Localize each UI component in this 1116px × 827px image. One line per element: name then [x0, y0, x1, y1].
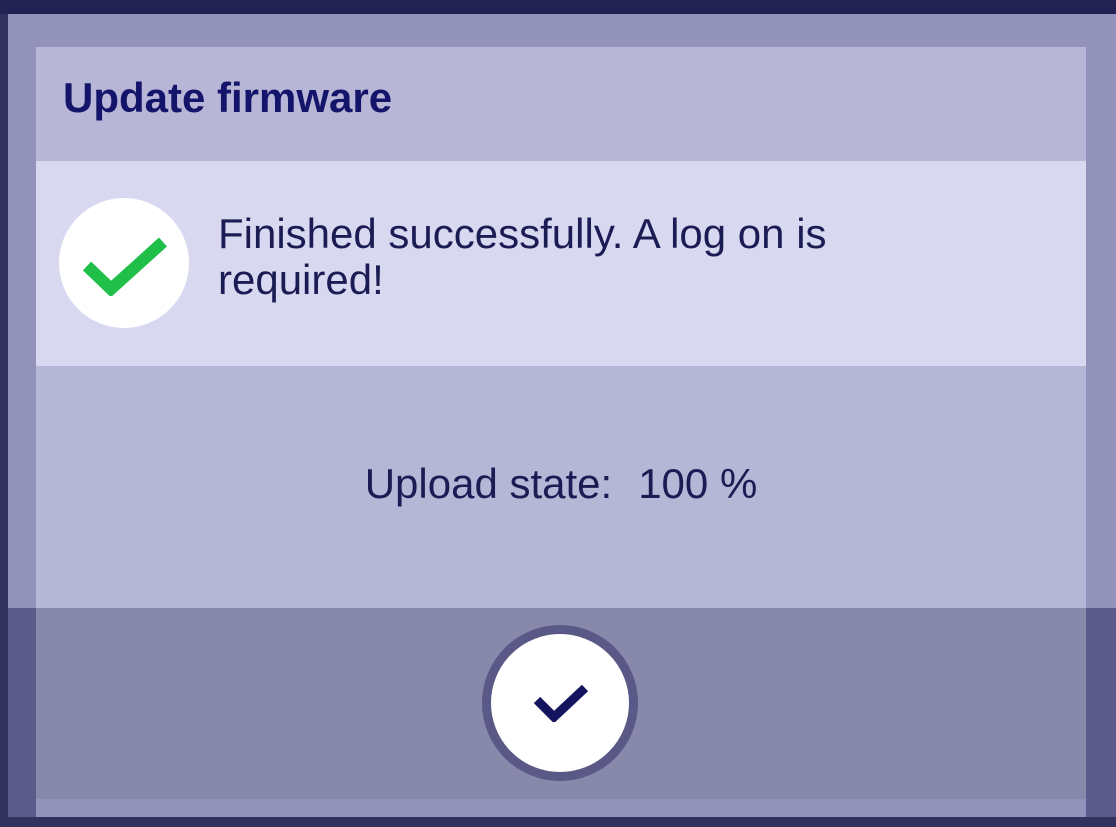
background-edge-bottom: [0, 817, 1116, 827]
status-message: Finished successfully. A log on is requi…: [218, 210, 827, 303]
update-firmware-dialog: Update firmware Finished successfully. A…: [36, 47, 1086, 799]
checkmark-confirm-icon: [533, 684, 589, 722]
success-checkmark-icon: [59, 198, 189, 328]
confirm-button[interactable]: [482, 625, 638, 781]
dialog-footer: [36, 608, 1086, 799]
upload-state-row: Upload state: 100 %: [36, 460, 1086, 508]
footer-side-left: [8, 608, 36, 817]
status-message-panel: Finished successfully. A log on is requi…: [36, 161, 1086, 366]
background-edge-left: [0, 14, 8, 817]
upload-state-label: Upload state:: [364, 460, 613, 507]
dialog-header: Update firmware: [36, 47, 1086, 161]
background-window-strip: [0, 0, 1116, 14]
footer-side-right: [1086, 608, 1116, 817]
dialog-title: Update firmware: [63, 74, 393, 121]
upload-state-value: 100 %: [638, 460, 758, 507]
